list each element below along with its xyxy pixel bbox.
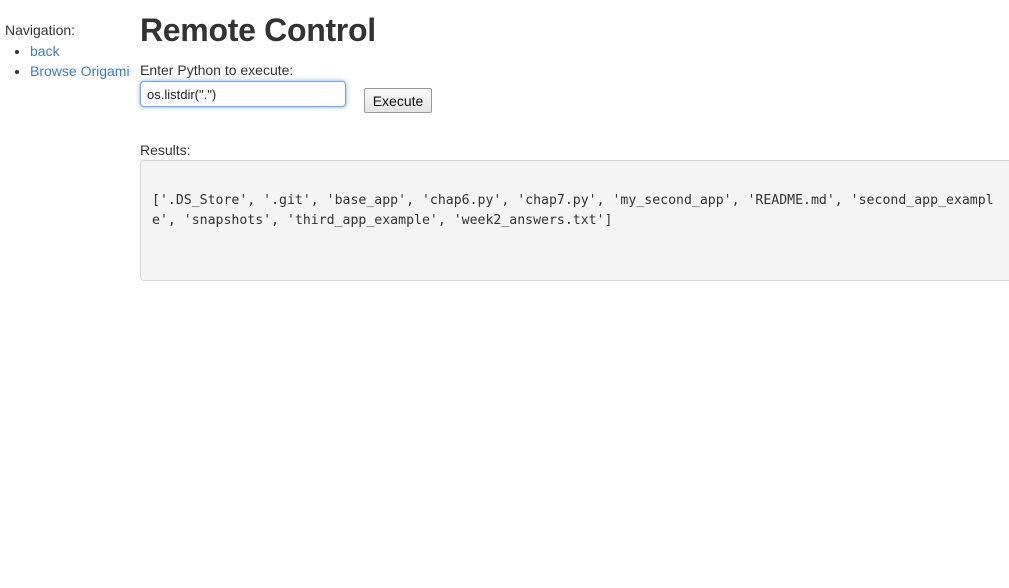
nav-item-back: back: [30, 41, 135, 61]
browse-origami-link[interactable]: Browse Origami: [30, 63, 130, 79]
python-prompt-label: Enter Python to execute:: [140, 62, 294, 78]
back-link[interactable]: back: [30, 43, 60, 59]
page-title: Remote Control: [140, 12, 376, 48]
navigation-list: back Browse Origami: [5, 41, 135, 81]
page: Navigation: back Browse Origami Remote C…: [0, 0, 1009, 588]
navigation-heading: Navigation:: [5, 22, 76, 38]
results-panel: ['.DS_Store', '.git', 'base_app', 'chap6…: [140, 160, 1009, 281]
results-label: Results:: [140, 142, 191, 158]
python-code-input[interactable]: [140, 81, 346, 107]
results-output: ['.DS_Store', '.git', 'base_app', 'chap6…: [152, 193, 994, 228]
nav-item-browse-origami: Browse Origami: [30, 61, 135, 81]
execute-button[interactable]: Execute: [364, 88, 432, 113]
navigation-sidebar: Navigation: back Browse Origami: [5, 21, 135, 81]
